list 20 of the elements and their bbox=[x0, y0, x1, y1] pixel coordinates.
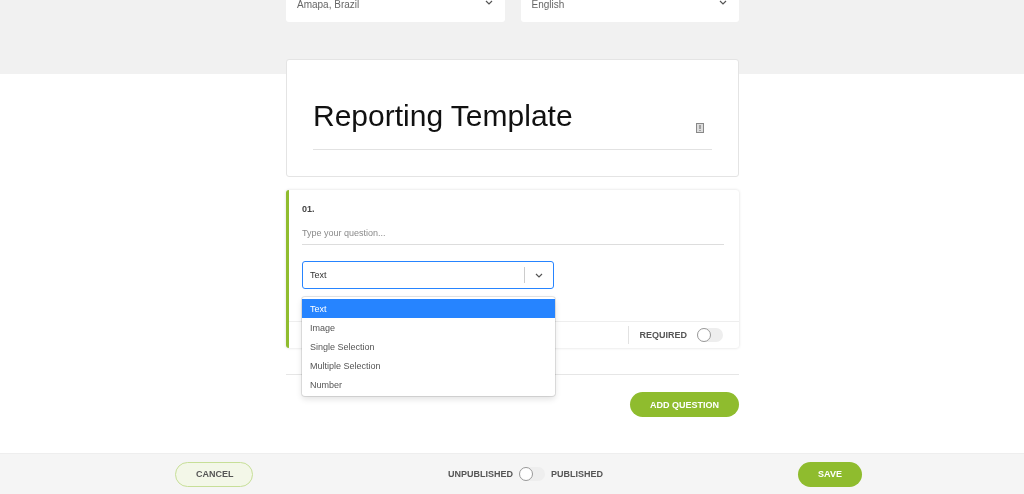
toggle-switch[interactable] bbox=[697, 328, 723, 342]
menu-option[interactable]: Number bbox=[302, 375, 555, 394]
required-label: REQUIRED bbox=[639, 330, 687, 340]
type-select[interactable]: Text bbox=[302, 261, 554, 289]
dropdown-select[interactable]: English bbox=[520, 0, 739, 22]
document-icon[interactable] bbox=[696, 123, 704, 133]
menu-option[interactable]: Single Selection bbox=[302, 337, 555, 356]
chevron-down-icon bbox=[484, 0, 493, 5]
chevron-down-icon bbox=[535, 272, 543, 278]
question-number: 01. bbox=[302, 204, 316, 214]
dropdown-select[interactable]: Amapa, Brazil bbox=[286, 0, 505, 22]
toggle-switch[interactable] bbox=[519, 467, 545, 481]
menu-option[interactable]: Image bbox=[302, 318, 555, 337]
menu-option[interactable]: Multiple Selection bbox=[302, 356, 555, 375]
menu-option[interactable]: Text bbox=[302, 299, 555, 318]
template-title: Reporting Template bbox=[313, 99, 573, 133]
chevron-down-icon bbox=[719, 0, 727, 5]
cancel-button[interactable]: CANCEL bbox=[175, 461, 253, 487]
unpublished-label: UNPUBLISHED bbox=[448, 469, 513, 479]
published-label: PUBLISHED bbox=[551, 469, 603, 479]
